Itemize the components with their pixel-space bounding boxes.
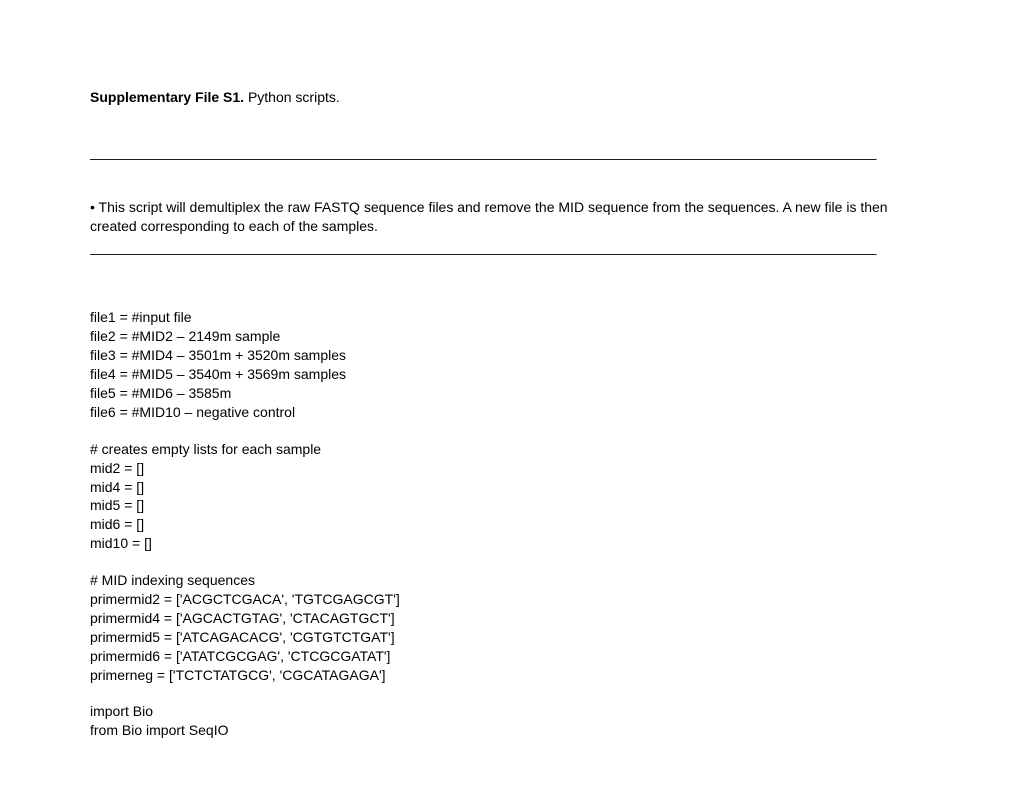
code-line: file2 = #MID2 – 2149m sample	[90, 327, 930, 346]
file-definitions: file1 = #input filefile2 = #MID2 – 2149m…	[90, 308, 930, 421]
imports-section: import Biofrom Bio import SeqIO	[90, 702, 930, 740]
code-line: import Bio	[90, 702, 930, 721]
title-rest: Python scripts.	[244, 89, 340, 105]
horizontal-rule-2: ________________________________________…	[90, 238, 930, 257]
code-line: primerneg = ['TCTCTATGCG', 'CGCATAGAGA']	[90, 666, 930, 685]
code-line: mid6 = []	[90, 515, 930, 534]
code-line: mid4 = []	[90, 478, 930, 497]
code-line: file4 = #MID5 – 3540m + 3569m samples	[90, 365, 930, 384]
code-line: file6 = #MID10 – negative control	[90, 403, 930, 422]
empty-lists-section: # creates empty lists for each sample mi…	[90, 440, 930, 553]
document-title: Supplementary File S1. Python scripts.	[90, 88, 930, 107]
script-description: • This script will demultiplex the raw F…	[90, 198, 930, 236]
code-line: from Bio import SeqIO	[90, 721, 930, 740]
code-line: primermid2 = ['ACGCTCGACA', 'TGTCGAGCGT'…	[90, 590, 930, 609]
code-line: mid5 = []	[90, 496, 930, 515]
code-line: file3 = #MID4 – 3501m + 3520m samples	[90, 346, 930, 365]
code-line: mid2 = []	[90, 459, 930, 478]
code-line: primermid5 = ['ATCAGACACG', 'CGTGTCTGAT'…	[90, 628, 930, 647]
code-line: mid10 = []	[90, 534, 930, 553]
empty-lists-comment: # creates empty lists for each sample	[90, 440, 930, 459]
primers-list: primermid2 = ['ACGCTCGACA', 'TGTCGAGCGT'…	[90, 590, 930, 684]
mid-comment: # MID indexing sequences	[90, 571, 930, 590]
empty-lists: mid2 = []mid4 = []mid5 = []mid6 = []mid1…	[90, 459, 930, 553]
title-bold: Supplementary File S1.	[90, 89, 244, 105]
code-line: primermid6 = ['ATATCGCGAG', 'CTCGCGATAT'…	[90, 647, 930, 666]
code-line: file1 = #input file	[90, 308, 930, 327]
code-line: file5 = #MID6 – 3585m	[90, 384, 930, 403]
code-line: primermid4 = ['AGCACTGTAG', 'CTACAGTGCT'…	[90, 609, 930, 628]
mid-indexing-section: # MID indexing sequences primermid2 = ['…	[90, 571, 930, 684]
horizontal-rule-1: ________________________________________…	[90, 143, 930, 162]
